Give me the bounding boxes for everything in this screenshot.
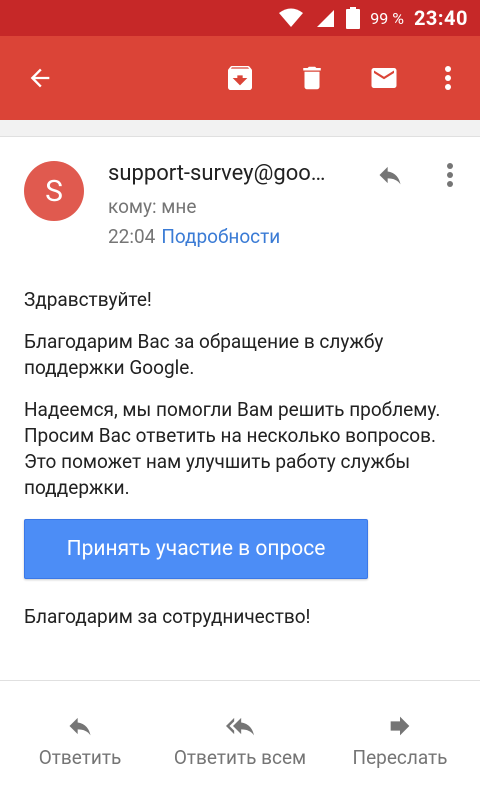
body-paragraph-1: Благодарим Вас за обращение в службу под…: [24, 330, 384, 379]
reply-all-icon: [226, 717, 254, 736]
action-bar: Ответить Ответить всем Переслать: [0, 681, 480, 800]
thread-divider: [0, 120, 480, 137]
closing-text: Благодарим за сотрудничество!: [24, 605, 311, 628]
reply-icon[interactable]: [372, 157, 408, 193]
reply-label: Ответить: [38, 746, 122, 769]
message-time: 22:04: [108, 225, 156, 248]
time-row: 22:04 Подробности: [108, 225, 280, 248]
reply-all-label: Ответить всем: [173, 746, 307, 769]
cell-signal-icon: [317, 10, 335, 27]
details-link[interactable]: Подробности: [161, 225, 280, 248]
delete-icon[interactable]: [288, 36, 336, 120]
mail-icon[interactable]: [360, 36, 408, 120]
status-bar: 99 % 23:40: [0, 0, 480, 36]
forward-label: Переслать: [352, 746, 448, 769]
wifi-icon: [279, 8, 304, 27]
survey-button[interactable]: Принять участие в опросе: [24, 519, 368, 579]
clock: 23:40: [413, 6, 468, 30]
reply-all-button[interactable]: Ответить всем: [160, 681, 320, 800]
greeting: Здравствуйте!: [24, 288, 152, 311]
back-arrow-icon[interactable]: [16, 36, 64, 120]
message-body: Здравствуйте! Благодарим Вас за обращени…: [24, 287, 460, 517]
battery-percent: 99 %: [370, 8, 404, 28]
archive-icon[interactable]: [216, 36, 264, 120]
reply-button[interactable]: Ответить: [20, 681, 140, 800]
recipient-line: кому: мне: [108, 195, 197, 218]
message-header: S support-survey@goo… кому: мне 22:04 Под…: [0, 137, 480, 257]
forward-button[interactable]: Переслать: [340, 681, 460, 800]
message-more-icon[interactable]: [436, 157, 464, 193]
app-bar: [0, 36, 480, 120]
sender-address[interactable]: support-survey@goo…: [108, 161, 358, 186]
battery-icon: [346, 7, 361, 29]
avatar[interactable]: S: [24, 161, 84, 221]
forward-icon: [390, 716, 410, 736]
reply-icon: [69, 717, 91, 736]
body-paragraph-2: Надеемся, мы помогли Вам решить проблему…: [24, 398, 441, 499]
more-vert-icon[interactable]: [424, 36, 472, 120]
